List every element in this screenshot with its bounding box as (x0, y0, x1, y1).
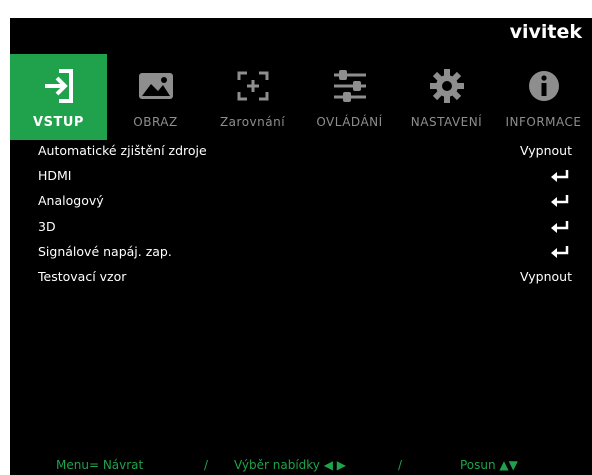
menu-item-value: Vypnout (520, 268, 572, 284)
tab-nastaveni[interactable]: NASTAVENÍ (398, 54, 495, 140)
vivitek-logo: vivitek (509, 21, 582, 43)
menu-item-label: HDMI (38, 168, 72, 184)
osd-menu: vivitek VSTUP OBRAZ Zarovnání OVLÁDÁNÍ N… (10, 18, 592, 475)
menu-item-label: Signálové napáj. zap. (38, 243, 172, 259)
menu-item-label: 3D (38, 218, 56, 234)
menu-item-label: Testovací vzor (38, 268, 127, 284)
enter-icon (551, 245, 569, 258)
tab-label: VSTUP (33, 115, 84, 130)
alignment-icon (204, 64, 301, 108)
menu-item-hdmi[interactable]: HDMI (10, 165, 592, 190)
tab-label: OVLÁDÁNÍ (316, 115, 383, 129)
tab-label: OBRAZ (133, 115, 178, 129)
menu-item-analog[interactable]: Analogový (10, 190, 592, 215)
tab-ovladani[interactable]: OVLÁDÁNÍ (301, 54, 398, 140)
hint-back: Menu= Návrat (56, 458, 144, 472)
tab-bar: VSTUP OBRAZ Zarovnání OVLÁDÁNÍ NASTAVENÍ… (10, 54, 592, 140)
tab-informace[interactable]: INFORMACE (495, 54, 592, 140)
sliders-icon (301, 64, 398, 108)
enter-icon (551, 220, 569, 233)
top-bar: vivitek (10, 18, 592, 50)
tab-zarovnani[interactable]: Zarovnání (204, 54, 301, 140)
info-icon (495, 64, 592, 108)
menu-list: Automatické zjištění zdroje Vypnout HDMI… (10, 140, 592, 291)
hint-select: Výběr nabídky ◀ ▶ (234, 458, 346, 472)
hint-move: Posun ▲▼ (460, 458, 518, 472)
menu-item-label: Automatické zjištění zdroje (38, 143, 207, 158)
menu-item-auto-source[interactable]: Automatické zjištění zdroje Vypnout (10, 140, 592, 165)
menu-item-test-pattern[interactable]: Testovací vzor Vypnout (10, 266, 592, 291)
enter-icon (551, 170, 569, 183)
hint-separator: / (204, 458, 209, 472)
tab-label: Zarovnání (219, 115, 286, 129)
image-icon (107, 64, 204, 108)
tab-obraz[interactable]: OBRAZ (107, 54, 204, 140)
menu-item-label: Analogový (38, 193, 104, 209)
menu-item-signal-power[interactable]: Signálové napáj. zap. (10, 241, 592, 266)
menu-item-3d[interactable]: 3D (10, 216, 592, 241)
enter-icon (551, 195, 569, 208)
tab-label: INFORMACE (505, 115, 582, 129)
menu-item-value: Vypnout (520, 143, 572, 158)
hint-separator: / (398, 458, 403, 472)
footer-hints: Menu= Návrat / Výběr nabídky ◀ ▶ / Posun… (10, 457, 592, 475)
tab-label: NASTAVENÍ (410, 115, 483, 129)
gear-icon (398, 64, 495, 108)
input-icon (10, 64, 107, 108)
tab-vstup[interactable]: VSTUP (10, 54, 107, 140)
